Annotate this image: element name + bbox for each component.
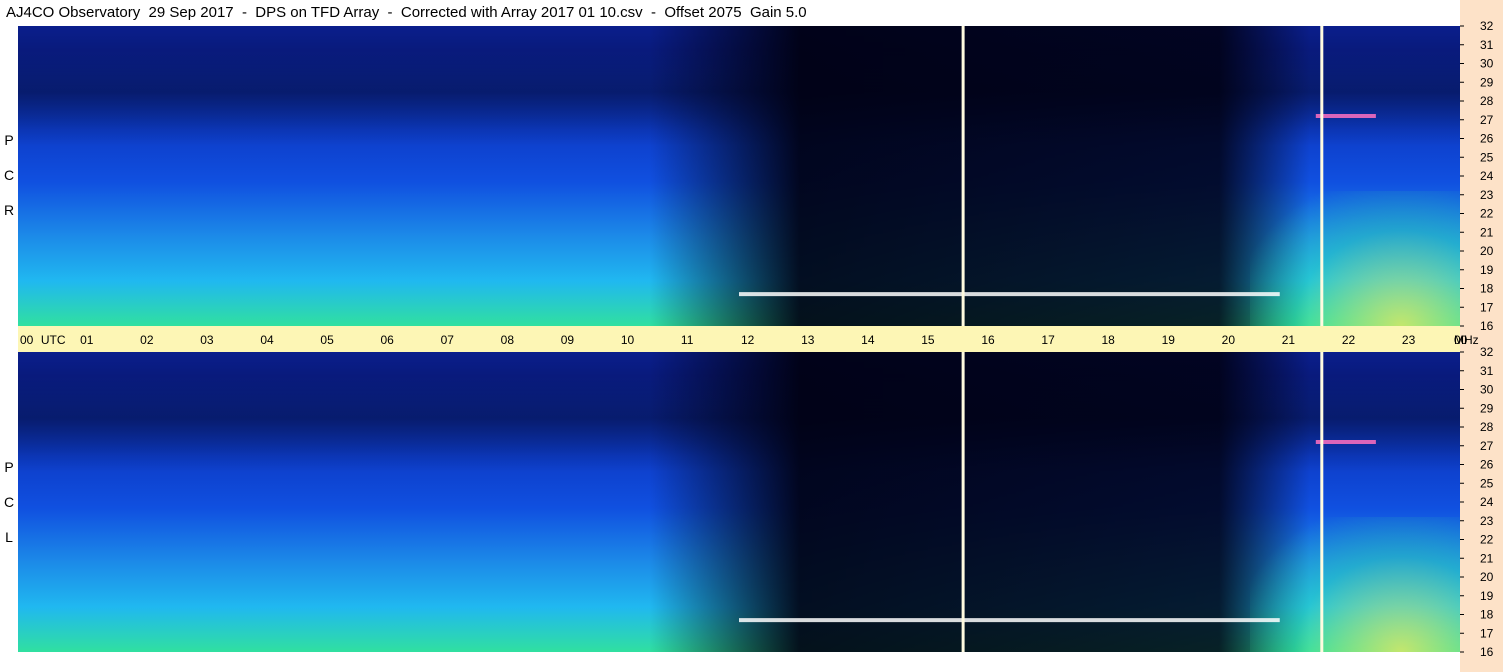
y-tick-label: 18 — [1480, 608, 1494, 622]
x-tick-label: 22 — [1342, 333, 1356, 347]
y-tick-label: 22 — [1480, 533, 1494, 547]
y-tick-label: 28 — [1480, 420, 1494, 434]
x-tick-label: 11 — [681, 333, 694, 347]
x-tick-label: 08 — [501, 333, 515, 347]
y-tick-label: 23 — [1480, 514, 1494, 528]
x-unit-label: UTC — [41, 333, 66, 347]
x-tick-label: 16 — [981, 333, 995, 347]
x-tick-label: 12 — [741, 333, 755, 347]
burst-mark — [739, 292, 1280, 297]
x-tick-label: 10 — [621, 333, 635, 347]
y-tick-label: 17 — [1480, 300, 1494, 314]
x-tick-label: 23 — [1402, 333, 1416, 347]
x-tick-label: 07 — [441, 333, 455, 347]
y-tick-label: 27 — [1480, 113, 1494, 127]
x-tick-label: 19 — [1162, 333, 1176, 347]
x-tick-label: 14 — [861, 333, 875, 347]
y-tick-label: 19 — [1480, 589, 1494, 603]
y-tick-label: 31 — [1480, 38, 1494, 52]
x-tick-label: 13 — [801, 333, 815, 347]
y-tick-label: 22 — [1480, 207, 1494, 221]
y-tick-label: 16 — [1480, 645, 1494, 659]
y-unit-label: MHz — [1454, 333, 1479, 347]
y-tick-label: 29 — [1480, 75, 1494, 89]
y-tick-label: 28 — [1480, 94, 1494, 108]
y-tick-label: 27 — [1480, 439, 1494, 453]
x-tick-label: 21 — [1282, 333, 1296, 347]
y-tick-label: 30 — [1480, 57, 1494, 71]
y-tick-label: 18 — [1480, 282, 1494, 296]
y-tick-label: 31 — [1480, 364, 1494, 378]
y-tick-label: 25 — [1480, 476, 1494, 490]
x-tick-label: 00 — [20, 333, 34, 347]
y-tick-label: 25 — [1480, 150, 1494, 164]
burst-mark — [1315, 440, 1376, 444]
y-tick-label: 26 — [1480, 132, 1494, 146]
y-tick-label: 32 — [1480, 19, 1494, 33]
y-tick-label: 32 — [1480, 345, 1494, 359]
x-tick-label: 09 — [561, 333, 575, 347]
x-tick-label: 05 — [320, 333, 334, 347]
y-tick-label: 21 — [1480, 551, 1494, 565]
y-tick-label: 24 — [1480, 495, 1494, 509]
y-tick-label: 17 — [1480, 626, 1494, 640]
y-tick-label: 24 — [1480, 169, 1494, 183]
burst-mark — [1315, 114, 1376, 118]
x-tick-label: 15 — [921, 333, 935, 347]
x-tick-label: 04 — [260, 333, 274, 347]
x-tick-label: 02 — [140, 333, 154, 347]
y-tick-label: 19 — [1480, 263, 1494, 277]
burst-mark — [739, 618, 1280, 623]
y-tick-label: 20 — [1480, 570, 1494, 584]
x-tick-label: 18 — [1102, 333, 1116, 347]
x-tick-label: 20 — [1222, 333, 1236, 347]
y-tick-label: 21 — [1480, 225, 1494, 239]
y-tick-label: 20 — [1480, 244, 1494, 258]
y-tick-label: 26 — [1480, 458, 1494, 472]
y-tick-label: 30 — [1480, 383, 1494, 397]
x-tick-label: 06 — [381, 333, 395, 347]
y-tick-label: 16 — [1480, 319, 1494, 333]
y-tick-label: 29 — [1480, 401, 1494, 415]
x-tick-label: 17 — [1041, 333, 1055, 347]
x-tick-label: 03 — [200, 333, 214, 347]
x-tick-label: 01 — [80, 333, 94, 347]
y-tick-label: 23 — [1480, 188, 1494, 202]
axes-overlay: 32 31 30 29 28 27 26 25 24 23 22 21 20 19 18 17 16 32 31 30… — [20, 19, 1494, 659]
